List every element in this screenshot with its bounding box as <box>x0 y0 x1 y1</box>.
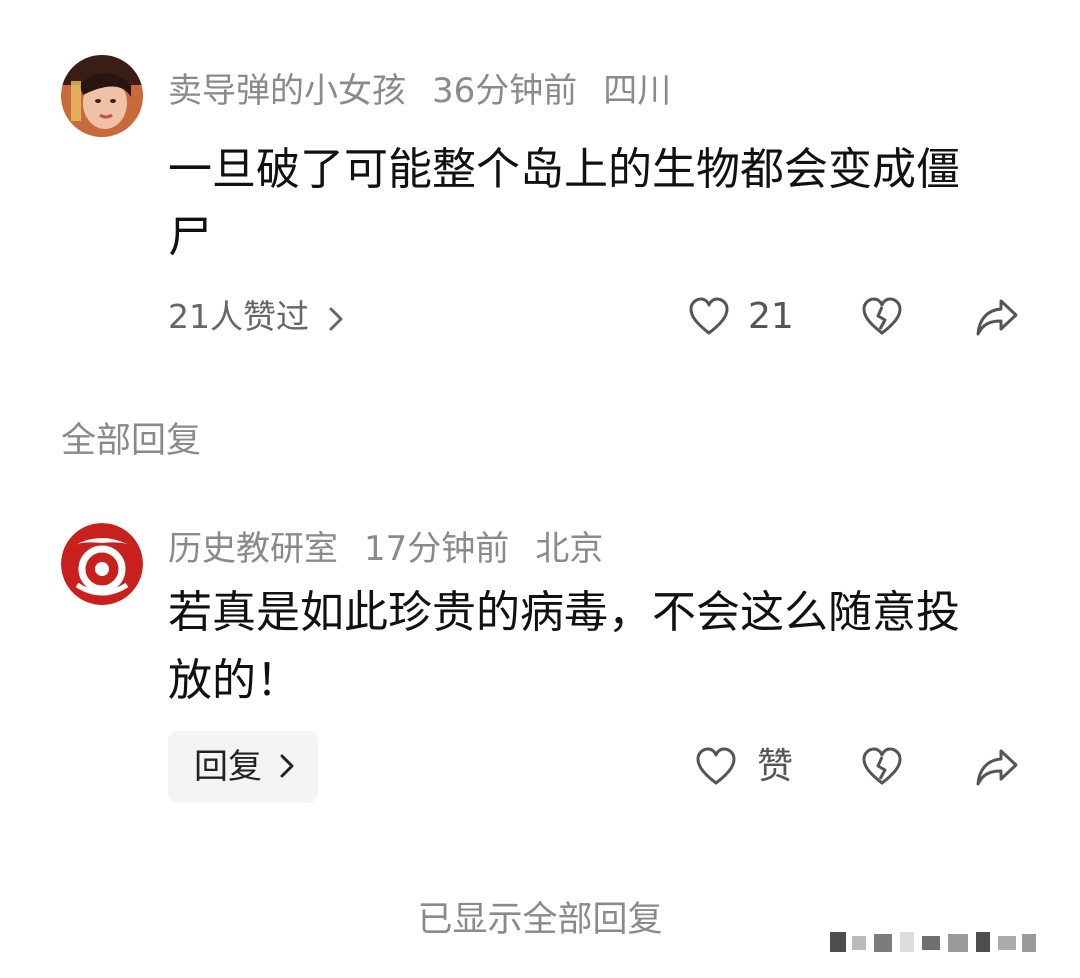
watermark <box>830 930 1040 952</box>
comment-time: 36分钟前 <box>432 71 578 111</box>
share-icon[interactable] <box>975 296 1019 338</box>
comment-meta: 卖导弹的小女孩 36分钟前 四川 <box>168 71 697 111</box>
comment-location: 四川 <box>603 71 672 111</box>
reply-author[interactable]: 历史教研室 <box>168 529 338 569</box>
dislike-icon[interactable] <box>860 746 904 788</box>
reply-author-avatar[interactable] <box>61 523 143 605</box>
like-icon[interactable] <box>695 746 737 788</box>
reply-meta: 历史教研室 17分钟前 北京 <box>168 529 629 569</box>
likes-summary-link[interactable]: 21人赞过 <box>168 297 344 337</box>
reply-location: 北京 <box>535 529 604 569</box>
like-count: 21 <box>748 296 794 337</box>
like-icon[interactable] <box>688 296 730 338</box>
chevron-right-icon <box>279 753 295 779</box>
dislike-icon[interactable] <box>860 296 904 338</box>
comment-author[interactable]: 卖导弹的小女孩 <box>168 71 406 111</box>
reply-button[interactable]: 回复 <box>168 731 318 803</box>
commenter-avatar[interactable] <box>61 55 143 137</box>
reply-text[interactable]: 若真是如此珍贵的病毒，不会这么随意投放的！ <box>168 579 998 715</box>
chevron-right-icon <box>328 306 344 332</box>
like-label: 赞 <box>757 746 794 787</box>
share-icon[interactable] <box>975 746 1019 788</box>
reply-time: 17分钟前 <box>364 529 510 569</box>
all-replies-heading: 全部回复 <box>61 421 202 461</box>
likes-summary-label: 21人赞过 <box>168 297 309 336</box>
comment-text[interactable]: 一旦破了可能整个岛上的生物都会变成僵尸 <box>168 136 998 272</box>
reply-button-label: 回复 <box>194 747 262 787</box>
